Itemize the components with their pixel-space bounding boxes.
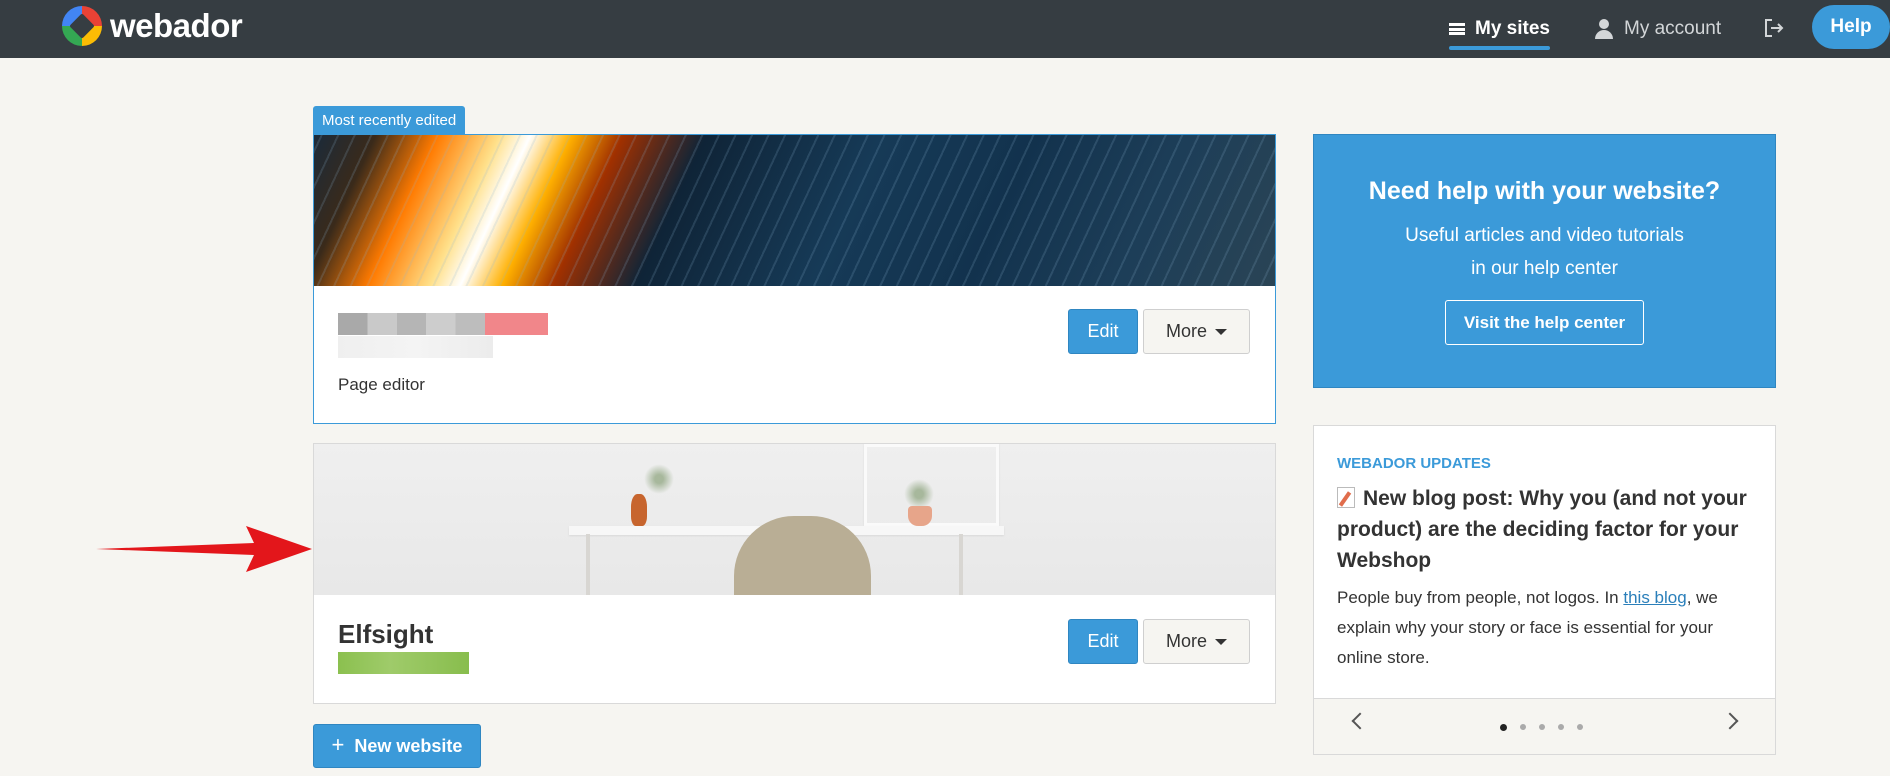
site-name-redacted — [338, 313, 548, 335]
logo-text: webador — [110, 7, 243, 44]
updates-title[interactable]: New blog post: Why you (and not your pro… — [1337, 483, 1757, 576]
nav-my-sites-label: My sites — [1475, 18, 1550, 39]
pagination-dot[interactable] — [1558, 724, 1564, 730]
most-recently-edited-tag: Most recently edited — [313, 106, 466, 135]
help-button[interactable]: Help — [1812, 5, 1890, 49]
edit-button[interactable]: Edit — [1068, 309, 1138, 354]
caret-down-icon — [1215, 638, 1227, 645]
top-navigation-bar: webador My sites My account Help — [0, 0, 1890, 58]
site-banner-image[interactable] — [314, 444, 1275, 595]
banner-vase — [631, 494, 647, 526]
banner-plant — [904, 479, 934, 509]
new-website-button[interactable]: + New website — [313, 724, 481, 768]
help-card-title: Need help with your website? — [1368, 177, 1721, 205]
updates-label: WEBADOR UPDATES — [1337, 455, 1491, 472]
pagination-dot[interactable] — [1539, 724, 1545, 730]
more-dropdown-button[interactable]: More — [1143, 309, 1250, 354]
this-blog-link[interactable]: this blog — [1623, 588, 1686, 607]
menu-icon — [1449, 23, 1465, 35]
more-label: More — [1165, 321, 1207, 341]
banner-plant — [644, 464, 674, 494]
pagination-dots — [1500, 723, 1583, 731]
logo-mark-icon — [62, 6, 102, 46]
site-url-redacted — [338, 652, 469, 674]
help-center-card: Need help with your website? Useful arti… — [1313, 134, 1776, 388]
site-banner-image[interactable] — [314, 135, 1275, 286]
updates-pagination — [1314, 698, 1775, 754]
red-arrow-annotation — [96, 526, 312, 572]
visit-help-center-button[interactable]: Visit the help center — [1444, 300, 1645, 345]
webador-logo[interactable]: webador — [62, 6, 243, 46]
banner-desk-leg — [586, 534, 590, 595]
updates-text: People buy from people, not logos. In th… — [1337, 583, 1757, 673]
chevron-left-icon[interactable] — [1351, 712, 1369, 730]
site-title: Elfsight — [338, 619, 434, 649]
document-icon — [1337, 487, 1355, 508]
site-url-redacted — [338, 336, 493, 358]
banner-desk-leg — [959, 534, 963, 595]
updates-title-text: New blog post: Why you (and not your pro… — [1337, 487, 1747, 572]
nav-my-sites[interactable]: My sites — [1449, 0, 1550, 58]
chevron-right-icon[interactable] — [1721, 712, 1739, 730]
edit-button[interactable]: Edit — [1068, 619, 1138, 664]
more-label: More — [1165, 631, 1207, 651]
user-icon — [1594, 19, 1614, 39]
plus-icon: + — [331, 731, 345, 757]
new-website-label: New website — [354, 735, 463, 756]
help-card-text: Useful articles and video tutorials — [1405, 225, 1684, 246]
site-card-elfsight: Elfsight — [313, 443, 1276, 704]
pagination-dot[interactable] — [1500, 723, 1507, 731]
site-card-recent: Page editor — [313, 134, 1276, 424]
nav-my-account[interactable]: My account — [1594, 0, 1721, 58]
webador-updates-card: WEBADOR UPDATES New blog post: Why you (… — [1313, 425, 1776, 755]
nav-my-account-label: My account — [1624, 18, 1722, 39]
banner-pot — [908, 506, 932, 526]
more-dropdown-button[interactable]: More — [1143, 619, 1250, 664]
caret-down-icon — [1215, 328, 1227, 335]
logout-icon[interactable] — [1763, 17, 1785, 39]
help-card-text: in our help center — [1471, 258, 1618, 279]
pagination-dot[interactable] — [1577, 724, 1583, 730]
updates-text-before: People buy from people, not logos. In — [1337, 588, 1624, 607]
pagination-dot[interactable] — [1520, 724, 1526, 730]
site-subtitle: Page editor — [338, 375, 425, 394]
